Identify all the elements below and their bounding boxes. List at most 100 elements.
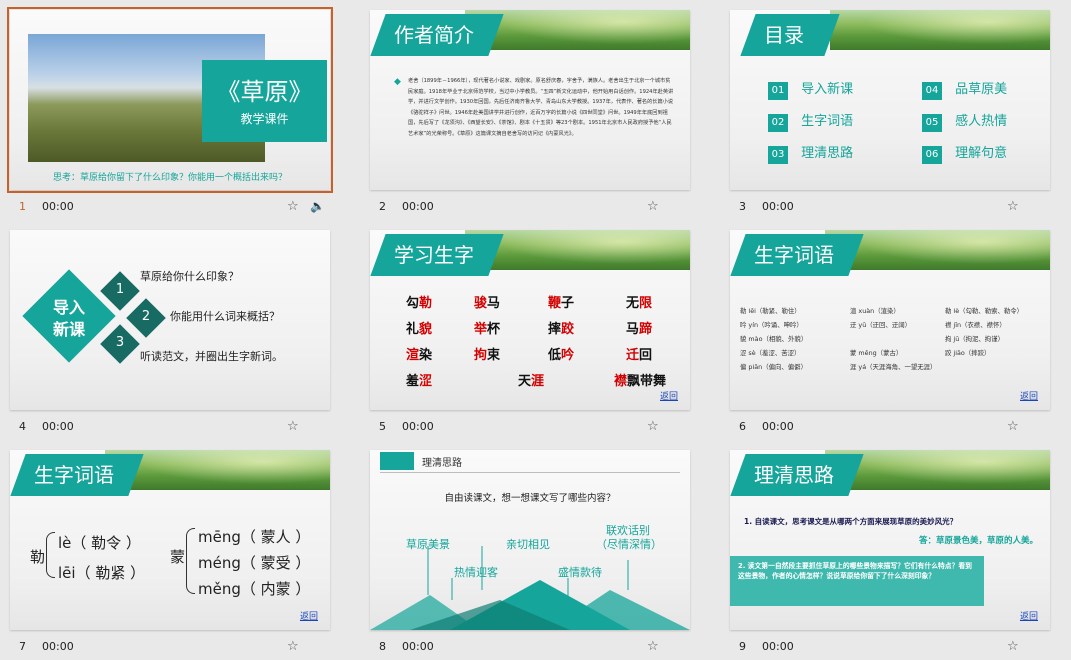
star-icon[interactable]: ☆ — [1007, 419, 1019, 434]
slide-number: 4 — [19, 420, 26, 433]
slide-timing: 00:00 — [42, 420, 74, 433]
toc-item[interactable]: 03 理清思路 — [768, 142, 908, 164]
word: 迁回 — [626, 348, 653, 363]
word: 天涯 — [518, 374, 545, 389]
intro-badge-line1: 导入 — [52, 298, 85, 317]
vocab-entry: 吟 yín（吟诵、呻吟） — [740, 321, 803, 329]
vocab-entry: 貌 mào（相貌、外貌） — [740, 335, 808, 343]
header-tag: 理清思路 — [730, 454, 864, 496]
header-photo — [830, 10, 1050, 50]
word: 骏马 — [474, 296, 501, 311]
slide-timing: 00:00 — [402, 200, 434, 213]
word: 拘束 — [474, 348, 501, 363]
reading: mēng（ 蒙人 ） — [198, 528, 311, 546]
word: 摔跤 — [548, 322, 575, 337]
star-icon[interactable]: ☆ — [287, 639, 299, 654]
slide-9[interactable]: 理清思路 1. 自读课文，思考课文是从哪两个方面来展现草原的美妙风光？ 答：草原… — [730, 450, 1050, 630]
back-link[interactable]: 返回 — [300, 609, 318, 622]
vocab-entry: 襟 jīn（衣襟、襟怀） — [945, 321, 1006, 329]
toc-item[interactable]: 02 生字词语 — [768, 110, 908, 132]
slide-title: 《草原》 — [216, 78, 313, 106]
vocab-entry: 渲 xuàn（渲染） — [850, 307, 900, 315]
slide-6[interactable]: 生字词语 勒 lēi（勒紧、勒住） 渲 xuàn（渲染） 勒 lè（勾勒、勒索、… — [730, 230, 1050, 410]
slide-number: 5 — [379, 420, 386, 433]
topic-label: 盛情款待 — [558, 566, 602, 579]
answer-1: 答：草原景色美，草原的人美。 — [918, 536, 1038, 546]
back-link[interactable]: 返回 — [1020, 609, 1038, 622]
slide-2[interactable]: 作者简介 ◆ 老舍（1899年－1966年），现代著名小说家、戏剧家。原名舒庆春… — [370, 10, 690, 190]
vocab-entry: 勒 lēi（勒紧、勒住） — [740, 307, 801, 315]
reading: lè（ 勒令 ） — [58, 534, 141, 552]
toc-item[interactable]: 04 品草原美 — [922, 78, 1042, 100]
question-2: 你能用什么词来概括？ — [170, 310, 280, 323]
word: 举杯 — [474, 322, 501, 337]
slide-number: 9 — [739, 640, 746, 653]
header-tag: 目录 — [740, 14, 840, 56]
slide-timing: 00:00 — [402, 640, 434, 653]
star-icon[interactable]: ☆ — [647, 639, 659, 654]
topic-label: （尽情深情） — [596, 538, 662, 551]
think-question: 思考：草原给你留下了什么印象？你能用一个概括出来吗？ — [52, 173, 287, 183]
header-tag: 学习生字 — [370, 234, 504, 276]
vocab-entry: 迂 yū（迂回、迂阔） — [850, 321, 911, 329]
topic-label: 草原美景 — [406, 538, 450, 551]
step-number: 3 — [115, 335, 125, 350]
slide-timing: 00:00 — [42, 200, 74, 213]
star-icon[interactable]: ☆ — [287, 199, 299, 214]
word: 无限 — [626, 296, 653, 311]
vocab-entry: 蒙 měng（蒙古） — [850, 349, 903, 357]
word: 羞涩 — [406, 374, 433, 389]
vocab-entry: 勒 lè（勾勒、勒索、勒令） — [945, 307, 1024, 315]
slide-8[interactable]: 理清思路 自由读课文，想一想课文写了哪些内容？ 草原美景 亲切相见 联欢话别 （… — [370, 450, 690, 630]
topic-label: 热情迎客 — [454, 566, 498, 579]
question-2: 2. 读文第一自然段主要抓住草原上的哪些景物来描写？它们有什么特点？看到这些景物… — [738, 562, 972, 580]
brace — [46, 532, 55, 578]
reading: lēi（ 勒紧 ） — [58, 564, 146, 582]
reading: méng（ 蒙受 ） — [198, 554, 311, 572]
slide-number: 3 — [739, 200, 746, 213]
slide-7[interactable]: 生字词语 勒 lè（ 勒令 ） lēi（ 勒紧 ） 蒙 mēng（ 蒙人 ） m… — [10, 450, 330, 630]
slide-number: 8 — [379, 640, 386, 653]
star-icon[interactable]: ☆ — [647, 199, 659, 214]
slide-timing: 00:00 — [42, 640, 74, 653]
question-3: 听读范文，并圈出生字新词。 — [140, 350, 283, 363]
vocab-entry: 涯 yá（天涯海角、一望无涯） — [850, 363, 937, 371]
slide-timing: 00:00 — [762, 420, 794, 433]
topic-label: 亲切相见 — [506, 538, 550, 551]
star-icon[interactable]: ☆ — [1007, 199, 1019, 214]
brace — [186, 528, 195, 594]
star-icon[interactable]: ☆ — [1007, 639, 1019, 654]
intro-badge-line2: 新课 — [52, 320, 85, 339]
slide-number: 6 — [739, 420, 746, 433]
word: 襟飘带舞 — [614, 374, 667, 389]
word: 礼貌 — [406, 322, 433, 337]
toc-item[interactable]: 01 导入新课 — [768, 78, 908, 100]
step-number: 2 — [141, 309, 151, 324]
polyphone-char: 蒙 — [170, 548, 186, 566]
diamond-bullet: ◆ — [394, 77, 401, 87]
slide-timing: 00:00 — [762, 640, 794, 653]
question-1: 1. 自读课文，思考课文是从哪两个方面来展现草原的美妙风光？ — [744, 517, 958, 526]
header-tag: 生字词语 — [730, 234, 864, 276]
slide-4[interactable]: 导入 新课 1 2 3 草原给你什么印象？ 你能用什么词来概括？ 听读范文，并圈… — [10, 230, 330, 410]
word: 低吟 — [548, 348, 575, 363]
toc-item[interactable]: 06 理解句意 — [922, 142, 1042, 164]
slide-5[interactable]: 学习生字 勾勒 骏马 鞭子 无限 礼貌 举杯 摔跤 马蹄 渲染 拘束 低吟 迁回… — [370, 230, 690, 410]
star-icon[interactable]: ☆ — [287, 419, 299, 434]
reading: měng（ 内蒙 ） — [198, 580, 311, 598]
slide-number: 2 — [379, 200, 386, 213]
star-icon[interactable]: ☆ — [647, 419, 659, 434]
speaker-icon[interactable]: 🔈 — [310, 199, 325, 213]
slide-3[interactable]: 目录 01 导入新课 04 品草原美 02 生字词语 05 感人热情 03 理清… — [730, 10, 1050, 190]
word: 渲染 — [406, 348, 433, 363]
slide-number: 1 — [19, 200, 26, 213]
vocab-entry: 涩 sè（羞涩、苦涩） — [740, 349, 801, 357]
slide-number: 7 — [19, 640, 26, 653]
toc-item[interactable]: 05 感人热情 — [922, 110, 1042, 132]
back-link[interactable]: 返回 — [660, 389, 678, 402]
word: 鞭子 — [548, 296, 575, 311]
back-link[interactable]: 返回 — [1020, 389, 1038, 402]
polyphone-char: 勒 — [30, 548, 46, 566]
slide-1[interactable]: 《草原》 教学课件 思考：草原给你留下了什么印象？你能用一个概括出来吗？ — [7, 7, 333, 193]
vocab-entry: 跤 jiāo（摔跤） — [945, 349, 991, 357]
